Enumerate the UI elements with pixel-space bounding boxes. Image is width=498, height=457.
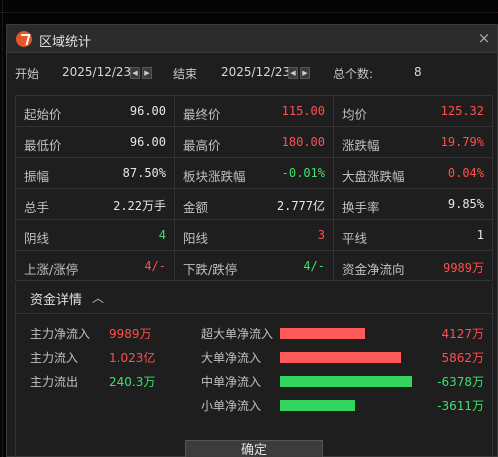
stat-label: 阴线: [24, 231, 50, 246]
order-flow-label: 大单净流入: [201, 351, 262, 365]
stat-label: 涨跌幅: [342, 138, 380, 153]
order-flow-bar: [280, 328, 365, 339]
end-date-value[interactable]: 2025/12/23: [221, 65, 290, 79]
stat-cell: 最低价 96.00: [16, 127, 175, 158]
stat-value: 4/-: [303, 259, 325, 273]
date-range-row: 开始 2025/12/23 ◀ ▶ 结束 2025/12/23 ◀ ▶ 总个数:…: [7, 61, 497, 83]
stat-label: 下跌/跌停: [183, 262, 238, 277]
count-label: 总个数:: [333, 67, 374, 81]
stat-value: 96.00: [129, 135, 166, 149]
stat-cell: 下跌/跌停 4/-: [175, 251, 334, 282]
stat-label: 金额: [183, 200, 209, 215]
stat-label: 振幅: [24, 169, 50, 184]
stat-label: 板块涨跌幅: [183, 169, 246, 184]
stat-cell: 金额 2.777亿: [175, 189, 334, 220]
order-flow-value: -6378万: [437, 375, 484, 389]
main-flow-label: 主力净流入: [30, 327, 91, 341]
stat-value: -0.01%: [281, 166, 325, 180]
stat-label: 起始价: [24, 107, 62, 122]
stat-value: 115.00: [281, 104, 325, 118]
order-flow-label: 超大单净流入: [201, 327, 274, 341]
count-value: 8: [414, 65, 422, 79]
stat-label: 资金净流向: [342, 262, 405, 277]
start-date-value[interactable]: 2025/12/23: [62, 65, 131, 79]
stat-cell: 资金净流向 9989万: [334, 251, 492, 282]
stat-cell: 平线 1: [334, 220, 492, 251]
fund-details-section: 资金详情 ︿ 主力净流入 9989万主力流入 1.023亿主力流出 240.3万 超大…: [15, 283, 493, 457]
stat-label: 总手: [24, 200, 50, 215]
stat-cell: 最终价 115.00: [175, 96, 334, 127]
stat-label: 均价: [342, 107, 368, 122]
stats-table: 起始价 96.00 最终价 115.00 均价 125.32 最低价 96.00 最高价 180.…: [15, 95, 493, 282]
end-prev-arrow-icon[interactable]: ◀: [288, 67, 298, 79]
order-flow-bar: [280, 376, 412, 387]
stat-value: 9.85%: [447, 197, 484, 211]
main-flow-value: 9989万: [109, 327, 152, 341]
region-stats-dialog: 区域统计 × 开始 2025/12/23 ◀ ▶ 结束 2025/12/23 ◀…: [6, 24, 498, 457]
stat-cell: 大盘涨跌幅 0.04%: [334, 158, 492, 189]
end-label: 结束: [173, 67, 198, 81]
order-flow-bar: [280, 352, 401, 363]
stat-value: 180.00: [281, 135, 325, 149]
start-label: 开始: [15, 67, 40, 81]
order-flow-label: 中单净流入: [201, 375, 262, 389]
end-next-arrow-icon[interactable]: ▶: [300, 67, 310, 79]
grid-line: [2, 0, 3, 457]
order-flow-value: 5862万: [441, 351, 484, 365]
stat-value: 1: [476, 228, 484, 242]
stat-cell: 起始价 96.00: [16, 96, 175, 127]
stat-cell: 阳线 3: [175, 220, 334, 251]
stat-value: 87.50%: [122, 166, 166, 180]
main-flow-value: 240.3万: [109, 375, 156, 389]
stat-value: 4: [158, 228, 166, 242]
stat-cell: 阴线 4: [16, 220, 175, 251]
stat-cell: 总手 2.22万手: [16, 189, 175, 220]
stat-value: 4/-: [144, 259, 166, 273]
stat-label: 平线: [342, 231, 368, 246]
app-logo-icon: [16, 31, 32, 47]
order-flow-label: 小单净流入: [201, 399, 262, 413]
stat-cell: 均价 125.32: [334, 96, 492, 127]
stat-label: 最终价: [183, 107, 221, 122]
title-bar[interactable]: 区域统计 ×: [7, 25, 497, 53]
stat-label: 阳线: [183, 231, 209, 246]
stat-label: 大盘涨跌幅: [342, 169, 405, 184]
main-flow-value: 1.023亿: [109, 351, 156, 365]
stat-value: 3: [317, 228, 325, 242]
stat-value: 2.22万手: [113, 199, 166, 213]
fund-details-title: 资金详情: [30, 293, 83, 308]
stat-cell: 板块涨跌幅 -0.01%: [175, 158, 334, 189]
stat-label: 换手率: [342, 200, 380, 215]
stat-label: 最高价: [183, 138, 221, 153]
stat-value: 19.79%: [440, 135, 484, 149]
main-flow-label: 主力流出: [30, 375, 79, 389]
grid-line: [0, 12, 498, 13]
stat-cell: 涨跌幅 19.79%: [334, 127, 492, 158]
stat-value: 2.777亿: [276, 199, 325, 213]
close-icon[interactable]: ×: [475, 29, 493, 47]
section-divider: [16, 313, 492, 314]
stat-cell: 上涨/涨停 4/-: [16, 251, 175, 282]
stat-label: 最低价: [24, 138, 62, 153]
collapse-chevron-icon[interactable]: ︿: [92, 289, 104, 306]
stat-value: 9989万: [443, 261, 484, 275]
confirm-button[interactable]: 确定: [185, 440, 323, 457]
stat-label: 上涨/涨停: [24, 262, 79, 277]
start-next-arrow-icon[interactable]: ▶: [142, 67, 152, 79]
stat-value: 125.32: [440, 104, 484, 118]
stat-cell: 最高价 180.00: [175, 127, 334, 158]
stat-value: 0.04%: [447, 166, 484, 180]
start-prev-arrow-icon[interactable]: ◀: [130, 67, 140, 79]
main-flow-label: 主力流入: [30, 351, 79, 365]
order-flow-value: 4127万: [441, 327, 484, 341]
stat-cell: 换手率 9.85%: [334, 189, 492, 220]
stat-value: 96.00: [129, 104, 166, 118]
dialog-title: 区域统计: [39, 35, 92, 50]
order-flow-value: -3611万: [437, 399, 484, 413]
stat-cell: 振幅 87.50%: [16, 158, 175, 189]
order-flow-bar: [280, 400, 355, 411]
